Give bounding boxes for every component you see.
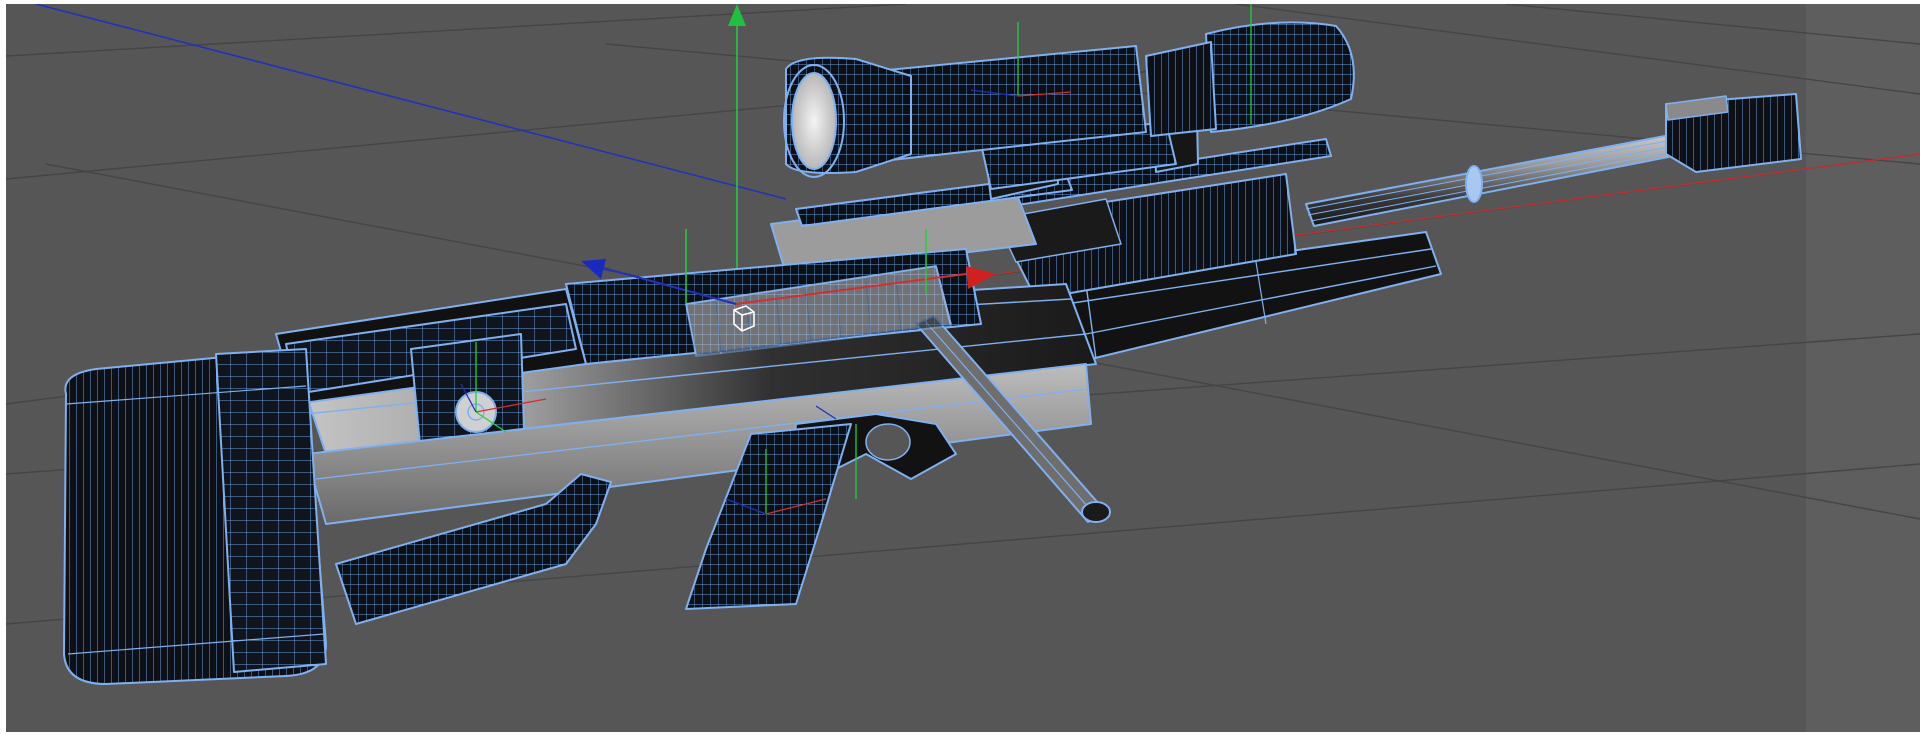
barrel-ring: [1465, 165, 1483, 203]
3d-viewport[interactable]: [6, 4, 1920, 732]
viewport-canvas[interactable]: [6, 4, 1920, 732]
bipod-foot: [1081, 501, 1111, 523]
viewport-frame: [0, 0, 1920, 734]
scope-lens: [791, 72, 837, 170]
viewport-right-panel: [1806, 4, 1920, 732]
